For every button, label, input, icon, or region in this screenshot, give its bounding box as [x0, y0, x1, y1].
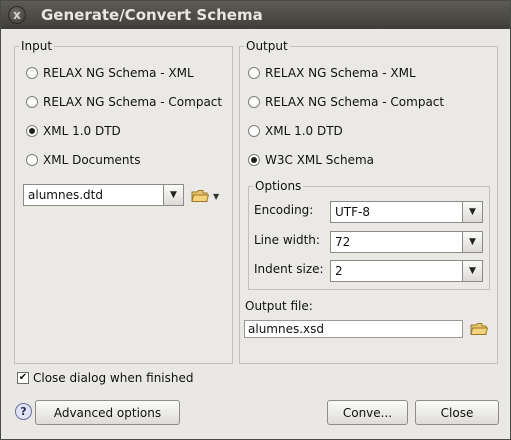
output-file-label: Output file: [245, 299, 313, 313]
radio-button-selected[interactable] [248, 154, 260, 166]
titlebar: x Generate/Convert Schema [1, 1, 510, 29]
input-file-combo[interactable]: alumnes.dtd ▼ [23, 184, 184, 206]
convert-button[interactable]: Conve... [327, 400, 408, 425]
close-when-finished-label: Close dialog when finished [33, 371, 194, 385]
radio-button-selected[interactable] [26, 125, 38, 137]
radio-label: RELAX NG Schema - Compact [265, 95, 445, 109]
line-width-label: Line width: [254, 233, 320, 247]
options-group-label: Options [253, 179, 304, 193]
close-button[interactable]: Close [415, 400, 499, 425]
input-group-label: Input [19, 39, 55, 53]
input-radio-relaxng-xml[interactable]: RELAX NG Schema - XML [26, 65, 194, 81]
output-file-input[interactable]: alumnes.xsd [244, 320, 463, 338]
chevron-down-icon[interactable]: ▼ [462, 232, 482, 252]
chevron-down-icon[interactable]: ▼ [462, 202, 482, 222]
help-icon[interactable]: ? [15, 403, 32, 420]
input-radio-xml-dtd[interactable]: XML 1.0 DTD [26, 123, 121, 139]
indent-size-value[interactable]: 2 [331, 264, 462, 278]
encoding-combo[interactable]: UTF-8 ▼ [330, 201, 483, 223]
output-group-label: Output [244, 39, 290, 53]
input-radio-xml-documents[interactable]: XML Documents [26, 152, 141, 168]
folder-icon[interactable] [470, 322, 488, 336]
input-file-value[interactable]: alumnes.dtd [24, 188, 163, 202]
radio-button[interactable] [248, 96, 260, 108]
radio-label: RELAX NG Schema - Compact [43, 95, 223, 109]
indent-size-combo[interactable]: 2 ▼ [330, 260, 483, 282]
radio-button[interactable] [248, 125, 260, 137]
window-title: Generate/Convert Schema [41, 6, 263, 24]
close-when-finished-checkbox[interactable]: ✔ Close dialog when finished [17, 371, 194, 385]
chevron-down-icon[interactable]: ▼ [462, 261, 482, 281]
radio-label: RELAX NG Schema - XML [43, 66, 194, 80]
advanced-options-button[interactable]: Advanced options [35, 400, 180, 425]
radio-label: XML 1.0 DTD [265, 124, 343, 138]
chevron-down-icon[interactable]: ▼ [163, 185, 183, 205]
encoding-value: UTF-8 [335, 205, 370, 219]
small-arrow-down-icon[interactable]: ▼ [213, 192, 219, 201]
output-radio-relaxng-compact[interactable]: RELAX NG Schema - Compact [248, 94, 444, 110]
folder-icon[interactable] [191, 189, 209, 203]
line-width-combo[interactable]: 72 ▼ [330, 231, 483, 253]
line-width-value[interactable]: 72 [331, 235, 462, 249]
indent-size-label: Indent size: [254, 262, 324, 276]
radio-label: RELAX NG Schema - XML [265, 66, 416, 80]
checkbox-checked[interactable]: ✔ [17, 372, 29, 384]
radio-label: W3C XML Schema [265, 153, 375, 167]
radio-button[interactable] [26, 154, 38, 166]
radio-button[interactable] [26, 67, 38, 79]
generate-convert-schema-dialog: x Generate/Convert Schema Input RELAX NG… [0, 0, 511, 440]
input-radio-relaxng-compact[interactable]: RELAX NG Schema - Compact [26, 94, 222, 110]
radio-label: XML 1.0 DTD [43, 124, 121, 138]
encoding-label: Encoding: [254, 203, 314, 217]
radio-label: XML Documents [43, 153, 141, 167]
window-close-icon[interactable]: x [8, 6, 26, 24]
radio-button[interactable] [248, 67, 260, 79]
output-radio-xml-dtd[interactable]: XML 1.0 DTD [248, 123, 343, 139]
output-radio-w3c-schema[interactable]: W3C XML Schema [248, 152, 374, 168]
output-radio-relaxng-xml[interactable]: RELAX NG Schema - XML [248, 65, 416, 81]
radio-button[interactable] [26, 96, 38, 108]
